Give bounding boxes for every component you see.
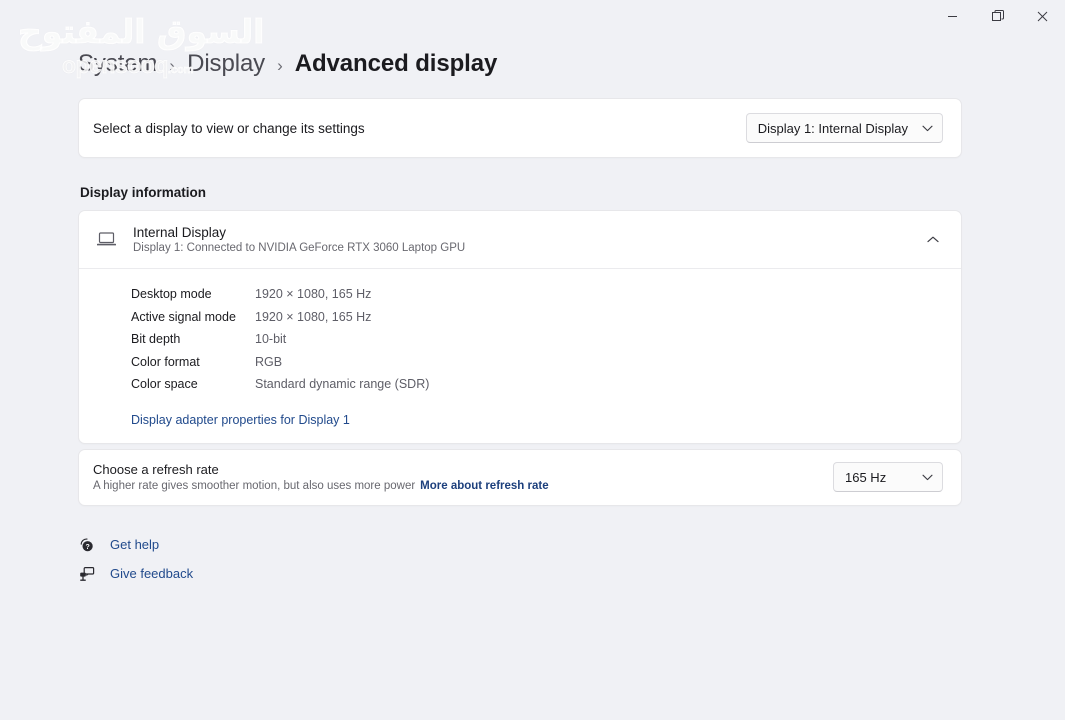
- detail-value: 1920 × 1080, 165 Hz: [255, 309, 372, 324]
- detail-key: Desktop mode: [131, 287, 212, 302]
- detail-value: 10-bit: [255, 332, 287, 347]
- chevron-down-icon: [922, 474, 933, 481]
- laptop-icon: [93, 232, 119, 247]
- breadcrumb-separator: ›: [169, 56, 176, 75]
- breadcrumb: System › Display › Advanced display: [78, 50, 497, 78]
- breadcrumb-item-display[interactable]: Display: [187, 50, 265, 78]
- refresh-rate-subtitle: A higher rate gives smoother motion, but…: [93, 480, 549, 492]
- refresh-rate-description: A higher rate gives smoother motion, but…: [93, 480, 416, 492]
- refresh-rate-value: 165 Hz: [845, 469, 887, 485]
- give-feedback-link[interactable]: Give feedback: [78, 566, 193, 582]
- get-help-label: Get help: [110, 537, 160, 552]
- table-row: Active signal mode 1920 × 1080, 165 Hz: [131, 306, 961, 329]
- close-button[interactable]: [1020, 0, 1065, 32]
- breadcrumb-separator: ›: [277, 56, 283, 75]
- chevron-down-icon: [922, 125, 933, 132]
- close-icon: [1037, 11, 1048, 21]
- display-information-card: Internal Display Display 1: Connected to…: [78, 210, 962, 444]
- table-row: Color format RGB: [131, 351, 961, 374]
- internal-display-header[interactable]: Internal Display Display 1: Connected to…: [79, 211, 961, 268]
- restore-icon: [991, 10, 1004, 21]
- main-content: Select a display to view or change its s…: [78, 98, 962, 582]
- page-title: Advanced display: [294, 50, 498, 77]
- detail-key: Color format: [131, 354, 200, 369]
- display-adapter-properties-link[interactable]: Display adapter properties for Display 1: [131, 413, 350, 427]
- table-row: Bit depth 10-bit: [131, 328, 961, 351]
- minimize-button[interactable]: [930, 0, 975, 32]
- display-information-heading: Display information: [80, 185, 207, 200]
- feedback-icon: [78, 566, 96, 582]
- settings-window: System › Display › Advanced display السو…: [0, 0, 1065, 720]
- chevron-up-icon[interactable]: [927, 236, 939, 243]
- display-selector-value: Display 1: Internal Display: [757, 120, 908, 136]
- internal-display-subtitle: Display 1: Connected to NVIDIA GeForce R…: [133, 242, 466, 254]
- svg-text:?: ?: [85, 544, 89, 551]
- select-display-card: Select a display to view or change its s…: [78, 98, 962, 158]
- detail-value: RGB: [255, 354, 283, 369]
- detail-key: Bit depth: [131, 332, 181, 347]
- table-row: Desktop mode 1920 × 1080, 165 Hz: [131, 283, 961, 306]
- refresh-rate-title: Choose a refresh rate: [93, 462, 219, 477]
- restore-button[interactable]: [975, 0, 1020, 32]
- detail-key: Color space: [131, 377, 198, 392]
- detail-value: 1920 × 1080, 165 Hz: [255, 287, 372, 302]
- help-question-icon: ?: [78, 537, 96, 553]
- refresh-rate-dropdown[interactable]: 165 Hz: [833, 462, 943, 492]
- table-row: Color space Standard dynamic range (SDR): [131, 373, 961, 396]
- footer-links: ? Get help Give feedback: [78, 537, 962, 582]
- display-selector-dropdown[interactable]: Display 1: Internal Display: [745, 113, 943, 143]
- refresh-rate-card: Choose a refresh rate A higher rate give…: [78, 448, 962, 506]
- get-help-link[interactable]: ? Get help: [78, 537, 159, 553]
- minimize-icon: [948, 15, 957, 17]
- detail-key: Active signal mode: [131, 309, 236, 324]
- internal-display-title: Internal Display: [133, 225, 227, 240]
- breadcrumb-item-system[interactable]: System: [78, 50, 158, 78]
- give-feedback-label: Give feedback: [110, 566, 194, 581]
- title-bar: [0, 0, 1065, 32]
- display-details-list: Desktop mode 1920 × 1080, 165 Hz Active …: [79, 269, 961, 404]
- more-about-refresh-rate-link[interactable]: More about refresh rate: [420, 480, 548, 492]
- detail-value: Standard dynamic range (SDR): [255, 377, 430, 392]
- select-display-label: Select a display to view or change its s…: [93, 120, 365, 136]
